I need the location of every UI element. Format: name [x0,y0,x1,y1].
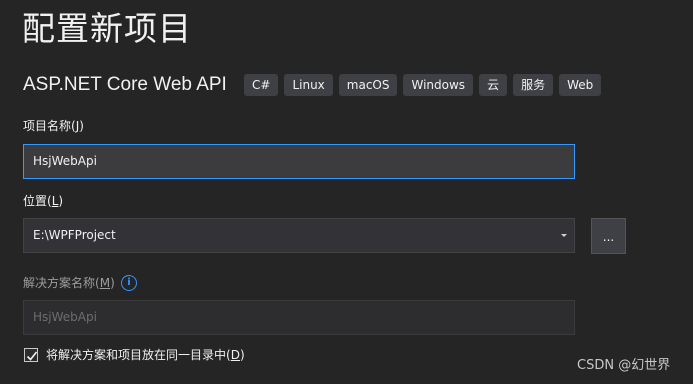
same-directory-hotkey: D [230,348,240,362]
template-name: ASP.NET Core Web API [23,74,227,95]
location-value: E:\WPFProject [33,228,116,242]
project-name-hotkey: J [75,119,80,133]
project-name-label: 项目名称(J) [23,119,84,133]
location-hotkey: L [51,194,59,208]
same-directory-label-text: 将解决方案和项目放在同一目录中 [46,348,227,362]
tag-web: Web [559,74,602,96]
info-icon[interactable]: i [121,275,137,291]
template-tags: C# Linux macOS Windows 云 服务 Web [244,74,602,96]
watermark: CSDN @幻世界 [577,358,671,373]
project-name-input[interactable]: HsjWebApi [23,144,575,179]
chevron-down-icon[interactable] [561,234,567,237]
solution-name-hotkey: M [99,276,111,290]
tag-windows: Windows [403,74,474,96]
solution-name-label: 解决方案名称(M) [23,276,115,290]
location-combobox[interactable]: E:\WPFProject [23,218,575,253]
location-label-text: 位置 [23,194,48,208]
page-title: 配置新项目 [22,9,192,48]
same-directory-checkbox[interactable] [24,348,38,362]
tag-service: 服务 [513,74,554,96]
tag-macos: macOS [338,74,398,96]
solution-name-input[interactable]: HsjWebApi [23,300,575,335]
tag-linux: Linux [284,74,333,96]
configure-project-dialog: 配置新项目 ASP.NET Core Web API C# Linux macO… [0,0,693,384]
project-name-label-text: 项目名称 [23,119,72,133]
browse-button[interactable]: ... [591,218,626,254]
same-directory-label[interactable]: 将解决方案和项目放在同一目录中(D) [46,348,245,363]
tag-csharp: C# [244,74,279,96]
checkmark-icon [26,351,38,361]
solution-name-label-text: 解决方案名称 [23,276,96,290]
tag-cloud: 云 [479,74,508,96]
location-label: 位置(L) [23,194,64,208]
